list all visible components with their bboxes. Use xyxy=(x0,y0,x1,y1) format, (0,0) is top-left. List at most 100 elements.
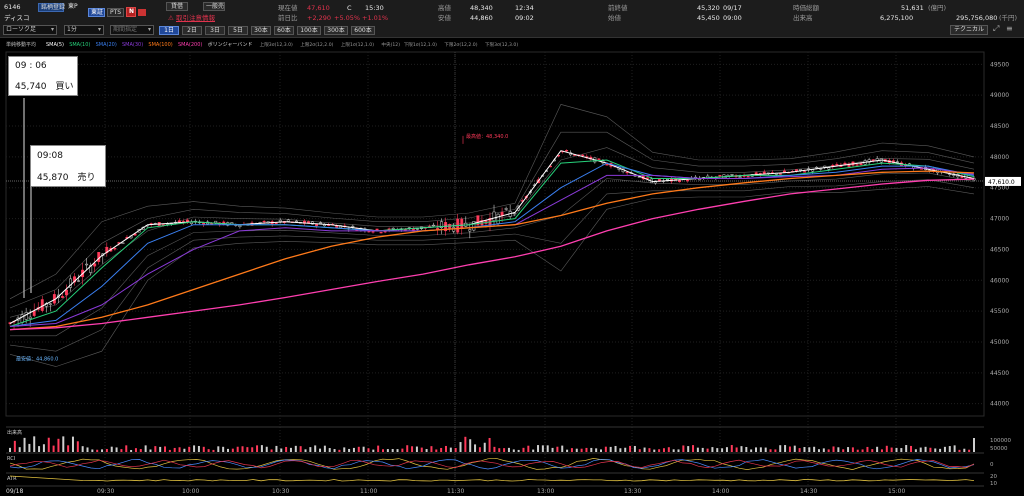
volume-bar xyxy=(953,445,956,452)
tab-pts[interactable]: PTS xyxy=(107,8,124,17)
volume-bar xyxy=(876,446,879,452)
candle-body xyxy=(278,219,282,222)
volume-bar xyxy=(740,446,743,452)
candle-body xyxy=(718,174,722,177)
min-label: 最安値：44,860.0 xyxy=(16,356,58,363)
buy-time: 09 : 06 xyxy=(15,61,47,71)
watchlist-button[interactable]: 銘柄登録 xyxy=(38,3,65,12)
chart-area[interactable]: 単純移動平均 SMA(5) SMA(10) SMA(20) SMA(30) SMA(100… xyxy=(0,38,1024,496)
warning-icon[interactable]: ⚠ xyxy=(168,13,174,23)
period-3d-button[interactable]: 3日 xyxy=(205,26,225,35)
price-time: 15:30 xyxy=(365,4,384,12)
chart-type-select[interactable]: ローソク足 xyxy=(3,25,57,35)
legend-band-1: 上限2σ(12,2.0) xyxy=(300,41,333,48)
period-2d-button[interactable]: 2日 xyxy=(182,26,202,35)
candle-body xyxy=(778,173,782,175)
volume-bar xyxy=(832,446,835,452)
volume-bar xyxy=(149,449,152,452)
candle-body xyxy=(48,303,52,305)
market-cap-unit: (億円) xyxy=(928,4,947,12)
volume-bar xyxy=(890,447,893,452)
volume-bar xyxy=(910,445,913,452)
flag-icon[interactable] xyxy=(138,9,146,16)
volume-bar xyxy=(488,437,491,452)
volume-bar xyxy=(614,445,617,452)
stock-name: ディスコ xyxy=(4,14,30,22)
volume-bar xyxy=(265,446,268,452)
volume-bar xyxy=(609,446,612,452)
period-5d-button[interactable]: 5日 xyxy=(228,26,248,35)
volume-bar xyxy=(619,448,622,452)
volume-bar xyxy=(847,447,850,452)
x-tick-label: 11:00 xyxy=(360,488,377,495)
candle-body xyxy=(686,179,690,182)
change-value: +2,290 xyxy=(307,14,332,22)
volume-bar xyxy=(52,445,55,452)
volume-bar xyxy=(856,449,859,452)
tab-tse[interactable]: 東証 xyxy=(88,8,105,17)
volume-bar xyxy=(178,447,181,452)
candle-body xyxy=(795,169,798,172)
volume-bar xyxy=(401,448,404,452)
bars-60-button[interactable]: 60本 xyxy=(274,26,294,35)
bars-300-button[interactable]: 300本 xyxy=(324,26,348,35)
volume-bar xyxy=(769,449,772,452)
candle-body xyxy=(351,225,355,228)
volume-bar xyxy=(939,448,942,452)
volume-bar xyxy=(478,447,481,452)
volume-bar xyxy=(725,447,728,452)
volume-bar xyxy=(71,436,74,452)
volume-bar xyxy=(585,447,588,452)
candle-body xyxy=(28,316,32,319)
volume-bar xyxy=(144,445,147,452)
candle-body xyxy=(262,220,266,223)
legend-bollinger: ボリンジャーバンド xyxy=(208,41,253,48)
volume-bar xyxy=(808,447,811,452)
volume-bar xyxy=(629,445,632,452)
news-n-icon[interactable]: N xyxy=(126,7,136,17)
volume-bar xyxy=(682,445,685,452)
volume-bar xyxy=(924,446,927,452)
atr-tick: 10 xyxy=(990,481,997,487)
period-select[interactable]: 期間指定 xyxy=(110,25,154,35)
volume-bar xyxy=(275,445,278,452)
x-tick-label: 11:30 xyxy=(447,488,464,495)
y-tick-label: 44500 xyxy=(990,370,1009,377)
volume-bar xyxy=(415,446,418,452)
volume-bar xyxy=(469,439,472,452)
volume-label: 出来高 xyxy=(793,14,813,22)
bars-600-button[interactable]: 600本 xyxy=(351,26,375,35)
candle-body xyxy=(24,312,28,320)
candle-body xyxy=(60,296,64,298)
volume-bar xyxy=(91,449,94,452)
bars-100-button[interactable]: 100本 xyxy=(297,26,321,35)
volume-bar xyxy=(260,445,263,452)
price-chart[interactable]: 単純移動平均 SMA(5) SMA(10) SMA(20) SMA(30) SMA(100… xyxy=(0,38,1024,496)
interval-select[interactable]: 1分 xyxy=(64,25,104,35)
volume-bar xyxy=(880,449,883,452)
bars-30-button[interactable]: 30本 xyxy=(251,26,271,35)
volume-bar xyxy=(42,444,45,452)
volume-bar xyxy=(314,445,317,452)
volume-tick: 100000 xyxy=(990,438,1011,444)
expand-icon[interactable]: ⤢ xyxy=(993,24,999,34)
trade-warning-link[interactable]: 取引注意情報 xyxy=(176,13,215,23)
volume-bar xyxy=(662,448,665,452)
rci-label: RCI xyxy=(7,456,15,462)
volume-bar xyxy=(333,449,336,452)
volume-bar xyxy=(973,438,975,452)
volume-bar xyxy=(183,448,186,452)
volume-bar xyxy=(570,448,573,452)
volume-bar xyxy=(546,445,549,452)
tab-general-sell[interactable]: 一般売 xyxy=(203,2,225,11)
volume-bar xyxy=(503,448,506,452)
candle-body xyxy=(294,220,298,223)
menu-icon[interactable]: ≡ xyxy=(1006,24,1013,34)
volume-bar xyxy=(28,443,31,452)
period-1d-button[interactable]: 1日 xyxy=(159,26,179,35)
technical-button[interactable]: テクニカル xyxy=(950,25,988,35)
volume-bar xyxy=(774,449,777,452)
prev-close-date: 09/17 xyxy=(723,4,742,12)
tab-credit[interactable]: 貸借 xyxy=(166,2,188,11)
volume-bar xyxy=(517,449,520,452)
